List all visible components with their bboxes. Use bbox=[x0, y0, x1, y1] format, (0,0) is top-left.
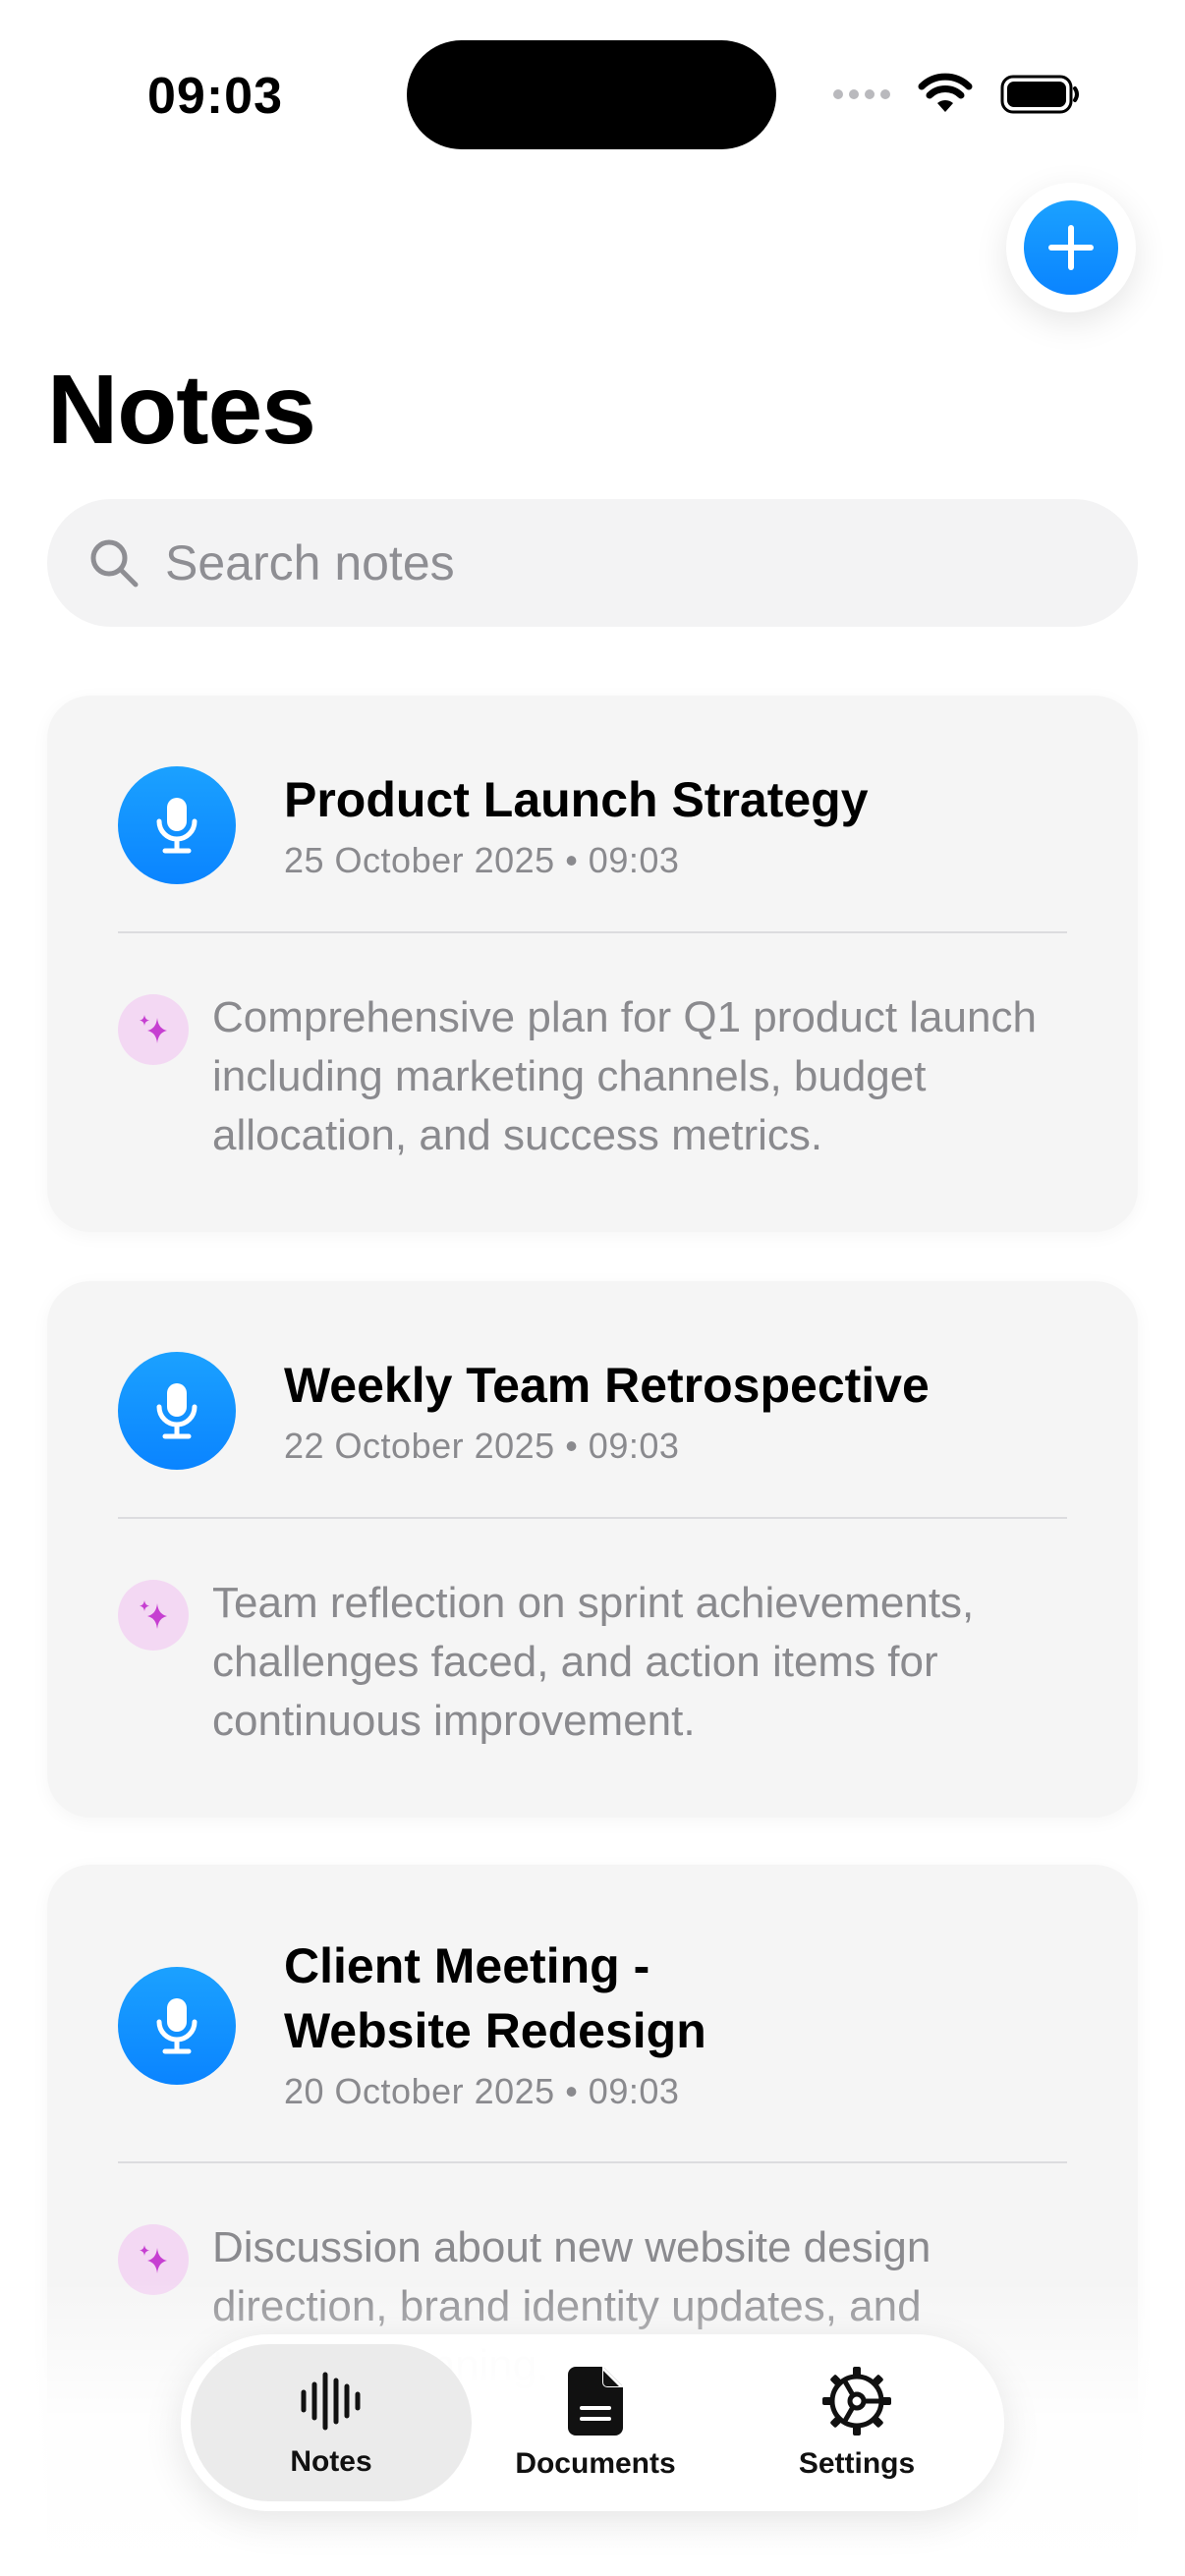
dynamic-island bbox=[407, 40, 776, 149]
search-input[interactable] bbox=[163, 533, 1051, 592]
tab-notes[interactable]: Notes bbox=[191, 2344, 472, 2501]
divider bbox=[118, 2161, 1067, 2163]
note-card[interactable]: Weekly Team Retrospective 22 October 202… bbox=[47, 1281, 1138, 1818]
document-icon bbox=[568, 2367, 623, 2436]
microphone-icon bbox=[118, 1967, 236, 2085]
plus-icon bbox=[1048, 225, 1094, 270]
waveform-icon bbox=[301, 2372, 361, 2431]
gear-icon bbox=[822, 2367, 891, 2436]
search-bar[interactable] bbox=[47, 499, 1138, 627]
note-date: 22 October 2025 • 09:03 bbox=[284, 1426, 680, 1466]
add-note-button-circle[interactable] bbox=[1024, 200, 1118, 295]
cellular-signal-icon bbox=[833, 89, 890, 99]
page-title: Notes bbox=[47, 355, 316, 465]
sparkle-icon bbox=[118, 2224, 189, 2295]
note-title-line-1: Client Meeting - bbox=[284, 1938, 650, 1993]
tab-label: Documents bbox=[515, 2447, 676, 2480]
tab-label: Settings bbox=[798, 2447, 916, 2480]
add-note-button[interactable] bbox=[1006, 183, 1136, 312]
tab-bar: Notes Documents Settings bbox=[181, 2334, 1004, 2511]
tab-documents[interactable]: Documents bbox=[468, 2344, 723, 2501]
divider bbox=[118, 931, 1067, 933]
microphone-icon bbox=[118, 1352, 236, 1470]
note-title: Weekly Team Retrospective bbox=[284, 1358, 930, 1413]
note-summary: Comprehensive plan for Q1 product launch… bbox=[212, 993, 1037, 1159]
note-date: 20 October 2025 • 09:03 bbox=[284, 2071, 680, 2111]
note-title: Product Launch Strategy bbox=[284, 772, 869, 827]
note-summary: Team reflection on sprint achievements, … bbox=[212, 1579, 975, 1745]
sparkle-icon bbox=[118, 1580, 189, 1651]
status-time: 09:03 bbox=[147, 68, 283, 125]
status-indicators bbox=[833, 71, 1081, 118]
battery-icon bbox=[1000, 75, 1079, 114]
microphone-icon bbox=[118, 766, 236, 884]
note-card[interactable]: Product Launch Strategy 25 October 2025 … bbox=[47, 696, 1138, 1232]
sparkle-icon bbox=[118, 994, 189, 1065]
search-icon bbox=[86, 535, 141, 590]
divider bbox=[118, 1517, 1067, 1519]
note-title-line-2: Website Redesign bbox=[284, 2003, 706, 2058]
tab-settings[interactable]: Settings bbox=[729, 2344, 985, 2501]
tab-label: Notes bbox=[290, 2445, 372, 2478]
wifi-icon bbox=[918, 73, 973, 112]
note-date: 25 October 2025 • 09:03 bbox=[284, 840, 680, 880]
